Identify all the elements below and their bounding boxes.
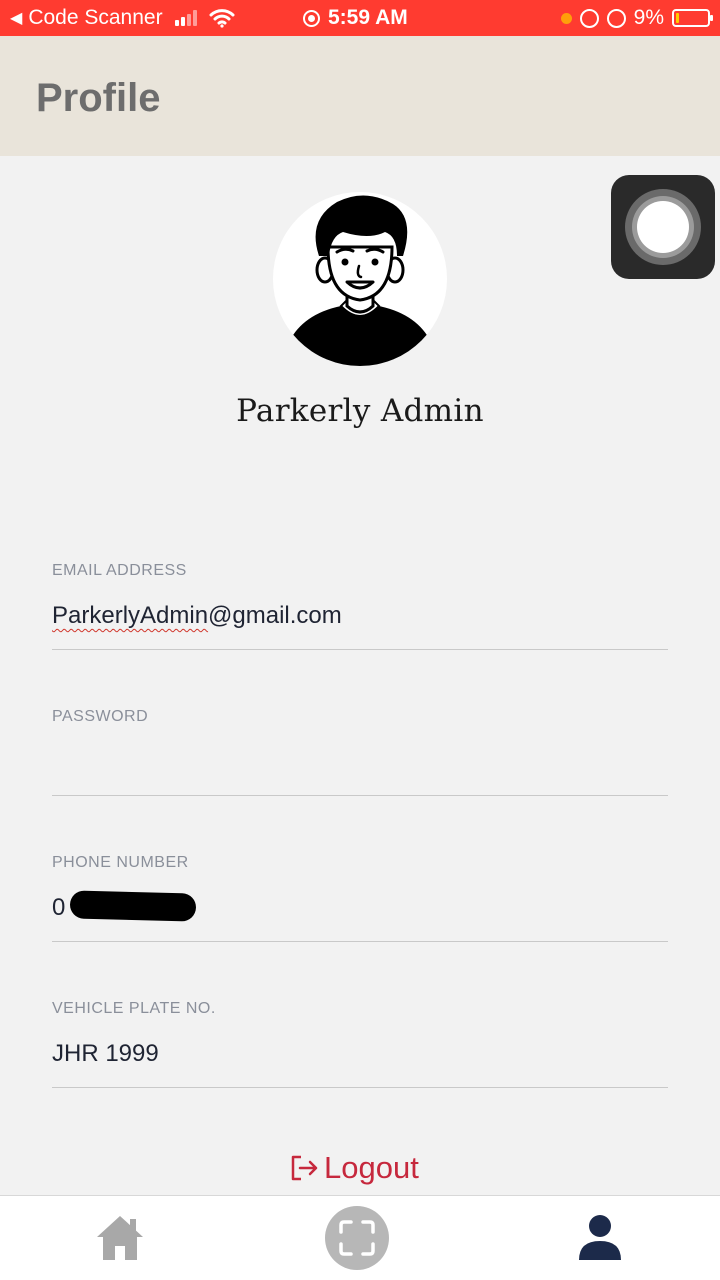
email-field[interactable]: EMAIL ADDRESS ParkerlyAdmin@gmail.com <box>52 530 668 650</box>
status-bar: ◀ Code Scanner 5:59 AM 9% <box>0 0 720 36</box>
logout-label: Logout <box>324 1150 419 1185</box>
email-value-domain: @gmail.com <box>208 602 342 629</box>
profile-icon <box>579 1215 621 1260</box>
page-header: Profile <box>0 36 720 156</box>
email-value[interactable]: ParkerlyAdmin@gmail.com <box>52 602 342 630</box>
assistive-touch-button[interactable] <box>611 175 715 279</box>
scan-icon <box>339 1220 375 1256</box>
phone-value-start: 0 <box>52 894 66 921</box>
back-app-label: Code Scanner <box>28 6 163 29</box>
logout-button[interactable]: Logout <box>288 1150 419 1186</box>
logout-icon <box>291 1155 318 1181</box>
back-arrow-icon: ◀ <box>10 10 23 27</box>
phone-redaction <box>69 890 197 922</box>
nav-scan-tab[interactable] <box>325 1206 389 1270</box>
profile-name: Parkerly Admin <box>236 393 484 429</box>
battery-percent: 9% <box>633 6 664 29</box>
status-time: 5:59 AM <box>328 6 408 29</box>
page-title: Profile <box>36 76 161 120</box>
alarm-icon <box>606 8 626 28</box>
vehicle-plate-field[interactable]: VEHICLE PLATE NO. JHR 1999 <box>52 968 668 1088</box>
battery-icon <box>672 9 713 27</box>
phone-field[interactable]: PHONE NUMBER 0 0 <box>52 822 668 942</box>
orientation-lock-icon <box>579 8 599 28</box>
back-to-app[interactable]: ◀ Code Scanner <box>10 6 235 30</box>
avatar <box>273 192 447 366</box>
email-label: EMAIL ADDRESS <box>52 562 187 579</box>
nav-home-tab[interactable] <box>88 1206 152 1270</box>
status-time-group: 5:59 AM <box>303 6 408 30</box>
password-label: PASSWORD <box>52 708 149 725</box>
phone-value[interactable]: 0 0 <box>52 890 212 922</box>
bottom-nav <box>0 1195 720 1280</box>
password-field[interactable]: PASSWORD <box>52 676 668 796</box>
avatar-illustration <box>289 195 431 366</box>
screen-record-icon <box>303 9 320 27</box>
status-right-group: 9% <box>560 6 713 30</box>
vehicle-plate-value[interactable]: JHR 1999 <box>52 1040 159 1068</box>
mic-indicator-icon <box>560 12 572 24</box>
wifi-icon <box>209 9 235 28</box>
vehicle-plate-label: VEHICLE PLATE NO. <box>52 1000 216 1017</box>
phone-label: PHONE NUMBER <box>52 854 189 871</box>
home-icon <box>97 1216 143 1260</box>
cellular-signal-icon <box>174 10 197 26</box>
nav-profile-tab[interactable] <box>568 1206 632 1270</box>
email-value-username: ParkerlyAdmin <box>52 602 209 629</box>
